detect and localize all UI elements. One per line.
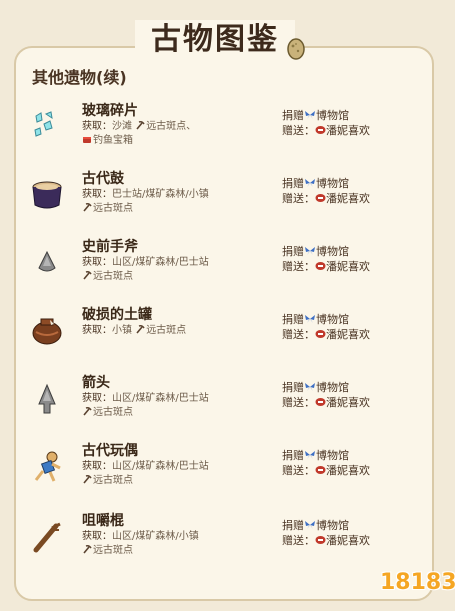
pickaxe-icon (83, 474, 92, 484)
item-name: 史前手斧 (82, 239, 138, 255)
title-bar: 古物图鉴 (0, 6, 455, 62)
logo-text: 18183 (380, 570, 455, 595)
item-name: 破损的土罐 (82, 307, 152, 323)
item-donate-gift: 捐赠 博物馆 赠送： 潘妮喜欢 (282, 449, 370, 477)
item-source: 获取：小镇 远古斑点 (82, 324, 187, 336)
pickaxe-icon (83, 544, 92, 554)
artifact-item-arrowhead[interactable]: 箭头 获取：山区/煤矿森林/巴士站 远古斑点 捐赠 博物馆 赠送： 潘妮喜欢 (20, 372, 420, 438)
treasure-chest-icon (83, 137, 91, 143)
butterfly-icon (305, 383, 315, 391)
butterfly-icon (305, 111, 315, 119)
gift-mouth-icon (315, 398, 326, 406)
gift-mouth-icon (315, 126, 326, 134)
artifact-item-ancient-doll[interactable]: 古代玩偶 获取：山区/煤矿森林/巴士站 远古斑点 捐赠 博物馆 赠送： 潘妮喜欢 (20, 440, 420, 506)
artifact-item-ancient-drum[interactable]: 古代鼓 获取：巴士站/煤矿森林/小镇 远古斑点 捐赠 博物馆 赠送： 潘妮喜欢 (20, 168, 420, 234)
gift-mouth-icon (315, 536, 326, 544)
item-name: 古代玩偶 (82, 443, 138, 459)
item-donate-gift: 捐赠 博物馆 赠送： 潘妮喜欢 (282, 313, 370, 341)
arrowhead-icon (38, 383, 56, 414)
item-source: 获取：山区/煤矿森林/小镇 远古斑点 (82, 531, 199, 556)
butterfly-icon (305, 179, 315, 187)
pickaxe-icon (83, 270, 92, 280)
section-title: 其他遗物(续) (32, 68, 127, 87)
item-source: 获取：沙滩 远古斑点、 钓鱼宝箱 (82, 120, 197, 146)
item-name: 箭头 (82, 375, 110, 391)
egg-icon (287, 38, 305, 60)
item-name: 玻璃碎片 (82, 103, 138, 119)
pickaxe-icon (136, 120, 145, 130)
item-source: 获取：山区/煤矿森林/巴士站 远古斑点 (82, 257, 209, 282)
item-donate-gift: 捐赠 博物馆 赠送： 潘妮喜欢 (282, 381, 370, 409)
butterfly-icon (305, 247, 315, 255)
item-donate-gift: 捐赠 博物馆 赠送： 潘妮喜欢 (282, 519, 370, 547)
butterfly-icon (305, 315, 315, 323)
item-name: 咀嚼棍 (82, 513, 124, 529)
gift-mouth-icon (315, 330, 326, 338)
item-name: 古代鼓 (82, 171, 124, 187)
chipped-amphora-icon (32, 318, 62, 345)
item-source: 获取：山区/煤矿森林/巴士站 远古斑点 (82, 393, 209, 418)
artifact-item-chipped-amphora[interactable]: 破损的土罐 获取：小镇 远古斑点 捐赠 博物馆 赠送： 潘妮喜欢 (20, 304, 420, 370)
item-donate-gift: 捐赠 博物馆 赠送： 潘妮喜欢 (282, 109, 370, 137)
item-source: 获取：山区/煤矿森林/巴士站 远古斑点 (82, 461, 209, 486)
site-logo: 18183 (380, 556, 455, 606)
artifact-item-prehistoric-handaxe[interactable]: 史前手斧 获取：山区/煤矿森林/巴士站 远古斑点 捐赠 博物馆 赠送： 潘妮喜欢 (20, 236, 420, 302)
gift-mouth-icon (315, 194, 326, 202)
artifact-item-chewing-stick[interactable]: 咀嚼棍 获取：山区/煤矿森林/小镇 远古斑点 捐赠 博物馆 赠送： 潘妮喜欢 (20, 510, 420, 576)
page-title: 古物图鉴 (135, 20, 295, 60)
gift-mouth-icon (315, 262, 326, 270)
butterfly-icon (305, 451, 315, 459)
artifact-item-glass-shards[interactable]: 玻璃碎片 获取：沙滩 远古斑点、 钓鱼宝箱 捐赠 博物馆 赠送： 潘妮喜欢 (20, 100, 420, 166)
pickaxe-icon (83, 202, 92, 212)
chewing-stick-icon (33, 522, 61, 553)
butterfly-icon (305, 521, 315, 529)
glass-shards-icon (34, 111, 53, 137)
prehistoric-handaxe-icon (38, 250, 56, 272)
item-donate-gift: 捐赠 博物馆 赠送： 潘妮喜欢 (282, 177, 370, 205)
item-donate-gift: 捐赠 博物馆 赠送： 潘妮喜欢 (282, 245, 370, 273)
item-source: 获取：巴士站/煤矿森林/小镇 远古斑点 (82, 189, 209, 214)
gift-mouth-icon (315, 466, 326, 474)
ancient-doll-icon (34, 451, 61, 482)
pickaxe-icon (136, 324, 145, 334)
pickaxe-icon (83, 406, 92, 416)
ancient-drum-icon (32, 181, 62, 209)
